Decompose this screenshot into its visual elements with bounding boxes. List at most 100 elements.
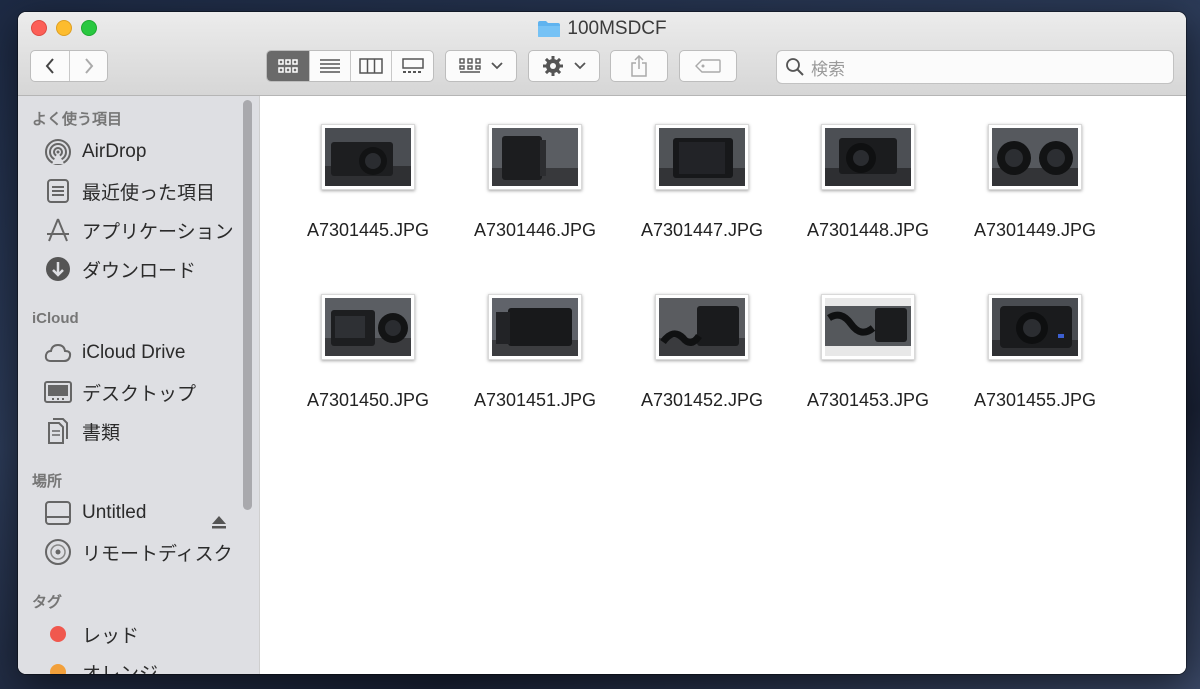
chevron-down-icon <box>491 62 503 70</box>
action-button[interactable] <box>528 50 600 82</box>
eject-icon[interactable] <box>211 514 227 530</box>
image-thumbnail <box>321 294 415 360</box>
column-view-icon <box>359 58 383 74</box>
image-thumbnail <box>655 294 749 360</box>
file-item[interactable]: A7301455.JPG <box>960 294 1110 411</box>
sidebar-item-tag-orange[interactable]: オレンジ <box>44 658 158 674</box>
file-item[interactable]: A7301445.JPG <box>293 124 443 241</box>
sidebar-item-label: オレンジ <box>82 663 159 675</box>
file-name: A7301450.JPG <box>306 390 430 410</box>
sidebar-scrollbar[interactable] <box>243 100 252 510</box>
documents-icon <box>44 417 72 445</box>
file-name: A7301448.JPG <box>806 220 930 240</box>
sidebar-item-label: Untitled <box>82 502 147 523</box>
file-name: A7301449.JPG <box>973 220 1097 240</box>
back-button[interactable] <box>31 51 69 81</box>
list-view-button[interactable] <box>309 51 350 81</box>
search-icon <box>786 58 804 76</box>
orange-tag-dot-icon <box>44 658 72 674</box>
sidebar-section-icloud: iCloud <box>32 310 79 327</box>
finder-window: 100MSDCF 検索 よく使う項目 AirDrop 最近使った項目 アプリケー… <box>18 12 1186 674</box>
tag-icon <box>695 59 721 73</box>
image-thumbnail <box>988 124 1082 190</box>
chevron-left-icon <box>45 58 54 74</box>
sidebar: よく使う項目 AirDrop 最近使った項目 アプリケーション ダウンロード i… <box>18 96 260 674</box>
share-button[interactable] <box>610 50 668 82</box>
download-icon <box>44 255 72 283</box>
file-name: A7301452.JPG <box>640 390 764 410</box>
file-item[interactable]: A7301452.JPG <box>627 294 777 411</box>
list-view-icon <box>320 59 340 73</box>
file-grid: A7301445.JPG A7301446.JPG A7301447.JPG A… <box>260 96 1186 674</box>
group-by-icon <box>459 58 481 73</box>
chevron-down-icon <box>574 62 586 70</box>
tag-button[interactable] <box>679 50 737 82</box>
gallery-view-icon <box>401 58 424 73</box>
gallery-view-button[interactable] <box>391 51 433 81</box>
sidebar-item-downloads[interactable]: ダウンロード <box>44 255 196 283</box>
sidebar-section-favorites: よく使う項目 <box>32 111 123 128</box>
airdrop-icon <box>44 138 72 166</box>
window-title-text: 100MSDCF <box>567 18 667 39</box>
cloud-icon <box>44 339 72 367</box>
icon-view-icon <box>278 59 298 73</box>
column-view-button[interactable] <box>350 51 391 81</box>
image-thumbnail <box>488 124 582 190</box>
red-tag-dot-icon <box>44 620 72 648</box>
file-item[interactable]: A7301449.JPG <box>960 124 1110 241</box>
view-mode-group <box>266 50 434 82</box>
sidebar-section-locations: 場所 <box>32 473 63 490</box>
sidebar-item-label: iCloud Drive <box>82 342 186 363</box>
sidebar-item-airdrop[interactable]: AirDrop <box>44 138 146 166</box>
image-thumbnail <box>655 124 749 190</box>
folder-icon <box>538 21 561 37</box>
image-thumbnail <box>321 124 415 190</box>
file-name: A7301445.JPG <box>306 220 430 240</box>
sidebar-item-icloud-drive[interactable]: iCloud Drive <box>44 339 185 367</box>
window-title: 100MSDCF <box>18 18 1186 40</box>
sidebar-item-tag-red[interactable]: レッド <box>44 620 139 648</box>
sidebar-section-tags: タグ <box>32 594 63 611</box>
applications-icon <box>44 216 72 244</box>
sidebar-item-label: アプリケーション <box>82 221 234 243</box>
image-thumbnail <box>488 294 582 360</box>
file-name: A7301446.JPG <box>473 220 597 240</box>
sidebar-item-untitled[interactable]: Untitled <box>44 499 146 527</box>
file-item[interactable]: A7301453.JPG <box>793 294 943 411</box>
sidebar-item-remote-disc[interactable]: リモートディスク <box>44 538 233 566</box>
sidebar-item-recents[interactable]: 最近使った項目 <box>44 177 215 205</box>
file-item[interactable]: A7301450.JPG <box>293 294 443 411</box>
file-item[interactable]: A7301446.JPG <box>460 124 610 241</box>
sidebar-item-label: ダウンロード <box>82 260 197 282</box>
file-item[interactable]: A7301448.JPG <box>793 124 943 241</box>
sidebar-item-label: AirDrop <box>82 141 147 162</box>
file-name: A7301451.JPG <box>473 390 597 410</box>
sidebar-item-label: デスクトップ <box>82 383 197 405</box>
nav-group <box>30 50 108 82</box>
forward-button[interactable] <box>69 51 107 81</box>
chevron-right-icon <box>84 58 93 74</box>
sidebar-item-documents[interactable]: 書類 <box>44 417 120 445</box>
image-thumbnail <box>821 294 915 360</box>
group-by-button[interactable] <box>445 50 517 82</box>
recents-icon <box>44 177 72 205</box>
share-icon <box>631 55 647 77</box>
file-item[interactable]: A7301447.JPG <box>627 124 777 241</box>
sidebar-item-label: レッド <box>82 625 140 647</box>
image-thumbnail <box>988 294 1082 360</box>
title-toolbar: 100MSDCF 検索 <box>18 12 1186 96</box>
file-name: A7301447.JPG <box>640 220 764 240</box>
disc-icon <box>44 538 72 566</box>
sidebar-item-applications[interactable]: アプリケーション <box>44 216 234 244</box>
sidebar-item-label: 最近使った項目 <box>82 182 216 204</box>
icon-view-button[interactable] <box>267 51 309 81</box>
gear-icon <box>543 56 563 76</box>
desktop-icon <box>44 378 72 406</box>
file-item[interactable]: A7301451.JPG <box>460 294 610 411</box>
file-name: A7301453.JPG <box>806 390 930 410</box>
sidebar-item-desktop[interactable]: デスクトップ <box>44 378 196 406</box>
image-thumbnail <box>821 124 915 190</box>
file-name: A7301455.JPG <box>973 390 1097 410</box>
search-placeholder: 検索 <box>811 59 845 79</box>
search-field[interactable]: 検索 <box>776 50 1174 84</box>
